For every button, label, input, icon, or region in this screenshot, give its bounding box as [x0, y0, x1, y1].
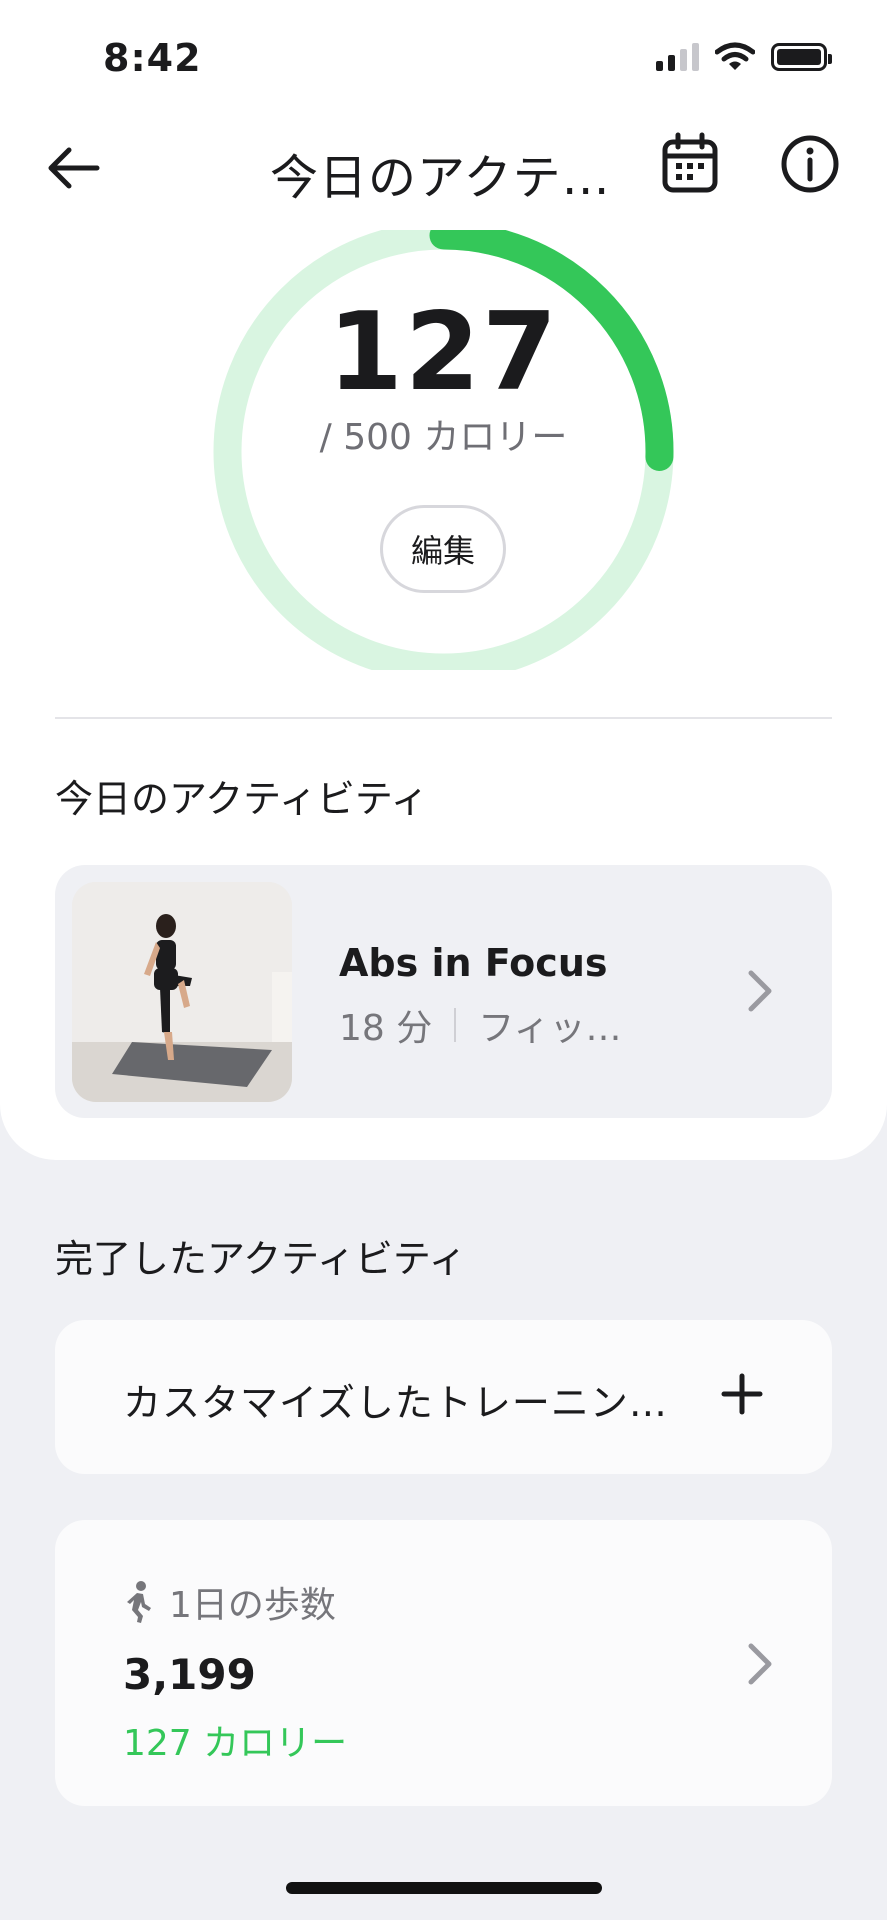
- meta-separator: [454, 1008, 457, 1042]
- chevron-right-icon: [748, 1643, 772, 1685]
- status-icons: [656, 42, 832, 72]
- plus-icon: [721, 1373, 763, 1415]
- header: 今日のアクテ…: [0, 120, 887, 220]
- back-arrow-icon: [48, 147, 100, 189]
- cellular-signal-icon: [656, 43, 699, 71]
- activity-category: フィッ…: [478, 1008, 622, 1049]
- battery-icon: [771, 43, 832, 71]
- info-icon: [781, 135, 839, 193]
- page-title: 今日のアクテ…: [270, 150, 611, 206]
- add-custom-training-button[interactable]: カスタマイズしたトレーニン…: [55, 1320, 832, 1474]
- activity-duration: 18 分: [339, 1008, 433, 1049]
- activity-meta: 18 分 フィッ…: [339, 999, 622, 1051]
- calorie-goal: / 500 カロリー: [319, 417, 568, 458]
- calorie-value: 127: [327, 290, 560, 415]
- calendar-button[interactable]: [660, 132, 720, 196]
- activity-thumbnail: [72, 882, 292, 1102]
- status-time: 8:42: [103, 36, 202, 80]
- steps-value: 3,199: [123, 1650, 256, 1699]
- steps-label: 1日の歩数: [169, 1585, 336, 1626]
- home-indicator: [286, 1882, 602, 1894]
- activity-name: Abs in Focus: [339, 941, 608, 985]
- steps-calories: 127 カロリー: [123, 1723, 348, 1764]
- today-activity-heading: 今日のアクティビティ: [55, 777, 429, 821]
- chevron-right-icon: [748, 970, 772, 1012]
- divider: [55, 717, 832, 719]
- daily-steps-card[interactable]: 1日の歩数 3,199 127 カロリー: [55, 1520, 832, 1806]
- calendar-icon: [662, 132, 718, 193]
- custom-training-label: カスタマイズしたトレーニン…: [123, 1381, 668, 1425]
- activity-card[interactable]: Abs in Focus 18 分 フィッ…: [55, 865, 832, 1118]
- info-button[interactable]: [780, 134, 840, 194]
- edit-goal-button[interactable]: 編集: [380, 505, 506, 593]
- wifi-icon: [715, 42, 755, 70]
- walking-icon: [127, 1581, 151, 1623]
- steps-header: 1日の歩数: [123, 1576, 336, 1628]
- back-button[interactable]: [38, 138, 108, 198]
- completed-activity-heading: 完了したアクティビティ: [55, 1237, 467, 1281]
